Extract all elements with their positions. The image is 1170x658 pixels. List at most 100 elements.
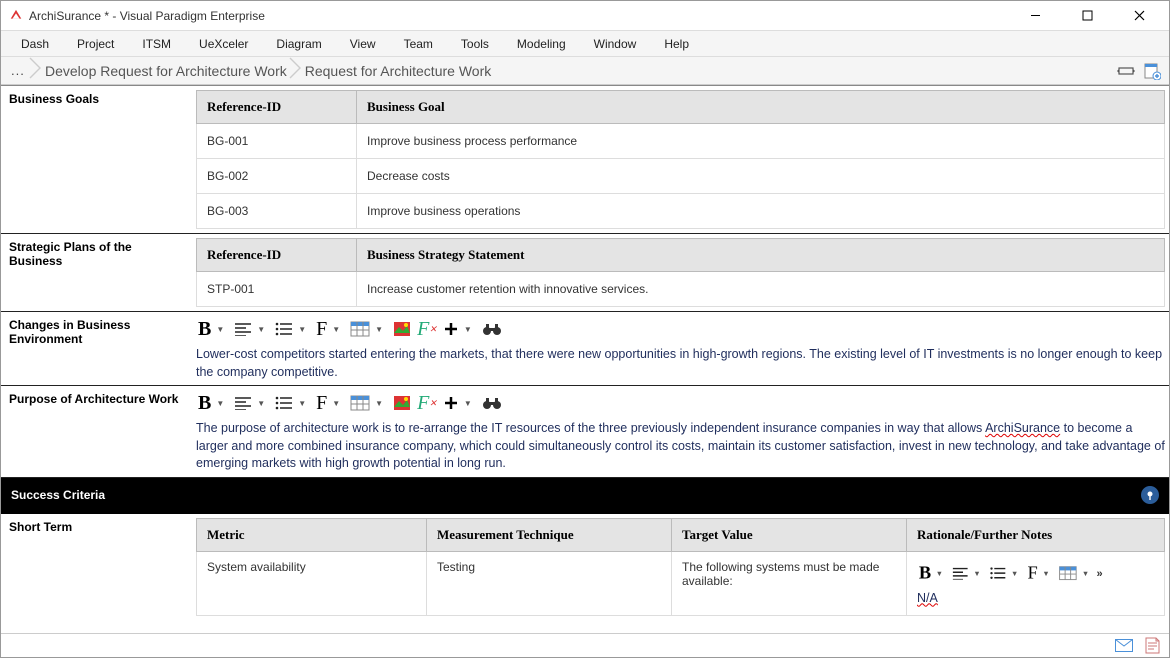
spellcheck-flag: ArchiSurance xyxy=(985,421,1060,435)
mail-icon[interactable] xyxy=(1115,637,1133,655)
chevron-right-icon xyxy=(29,57,43,84)
section-changes-env: Changes in Business Environment B▼ ▼ ▼ F… xyxy=(1,312,1169,386)
col-target: Target Value xyxy=(672,518,907,551)
app-logo-icon xyxy=(9,9,23,23)
breadcrumb-bar: ... Develop Request for Architecture Wor… xyxy=(1,57,1169,85)
align-icon[interactable] xyxy=(950,563,970,583)
menu-itsm[interactable]: ITSM xyxy=(128,33,185,55)
section-strategic-plans: Strategic Plans of the Business Referenc… xyxy=(1,234,1169,312)
close-button[interactable] xyxy=(1117,2,1161,30)
table-row[interactable]: BG-003Improve business operations xyxy=(197,194,1165,229)
menu-uexceler[interactable]: UeXceler xyxy=(185,33,262,55)
section-purpose: Purpose of Architecture Work B▼ ▼ ▼ F▼ ▼… xyxy=(1,386,1169,478)
section-label: Business Goals xyxy=(1,86,196,233)
bold-icon[interactable]: B xyxy=(196,318,213,340)
short-term-table: Metric Measurement Technique Target Valu… xyxy=(196,518,1165,617)
bold-icon[interactable]: B xyxy=(917,563,933,583)
align-icon[interactable] xyxy=(232,392,254,414)
dropdown-arrow-icon[interactable]: ▼ xyxy=(936,569,943,577)
font-icon[interactable]: F xyxy=(1026,563,1040,583)
col-technique: Measurement Technique xyxy=(427,518,672,551)
pin-icon[interactable] xyxy=(1141,486,1159,504)
dropdown-arrow-icon[interactable]: ▼ xyxy=(298,399,306,408)
col-ref: Reference-ID xyxy=(197,91,357,124)
rich-text-toolbar: B▼ ▼ ▼ F▼ ▼ F✕ ▼ xyxy=(196,316,1165,346)
section-short-term: Short Term Metric Measurement Technique … xyxy=(1,514,1169,621)
section-label: Purpose of Architecture Work xyxy=(1,386,196,477)
binoculars-icon[interactable] xyxy=(480,392,504,414)
breadcrumb-item-2[interactable]: Request for Architecture Work xyxy=(305,63,491,79)
menu-tools[interactable]: Tools xyxy=(447,33,503,55)
dropdown-arrow-icon[interactable]: ▼ xyxy=(257,399,265,408)
list-icon[interactable] xyxy=(988,563,1008,583)
block-title: Success Criteria xyxy=(11,488,105,502)
col-metric: Metric xyxy=(197,518,427,551)
col-notes: Rationale/Further Notes xyxy=(907,518,1165,551)
table-row[interactable]: STP-001Increase customer retention with … xyxy=(197,272,1165,307)
format-clear-icon[interactable]: F✕ xyxy=(415,318,439,340)
dropdown-arrow-icon[interactable]: ▼ xyxy=(1082,569,1089,577)
section-label: Short Term xyxy=(1,514,196,621)
note-icon[interactable] xyxy=(1143,637,1161,655)
rich-text-content[interactable]: N/A xyxy=(917,590,1154,608)
fit-view-icon[interactable] xyxy=(1115,60,1137,82)
dropdown-arrow-icon[interactable]: ▼ xyxy=(1042,569,1049,577)
rich-text-content[interactable]: Lower-cost competitors started entering … xyxy=(196,346,1165,381)
dropdown-arrow-icon[interactable]: ▼ xyxy=(332,399,340,408)
menu-team[interactable]: Team xyxy=(390,33,447,55)
table-icon[interactable] xyxy=(348,318,372,340)
section-label: Changes in Business Environment xyxy=(1,312,196,385)
image-icon[interactable] xyxy=(391,392,413,414)
business-goals-table: Reference-ID Business Goal BG-001Improve… xyxy=(196,90,1165,229)
bold-icon[interactable]: B xyxy=(196,392,213,414)
breadcrumb-root[interactable]: ... xyxy=(7,63,27,78)
col-strategy: Business Strategy Statement xyxy=(357,239,1165,272)
format-clear-icon[interactable]: F✕ xyxy=(415,392,439,414)
menu-dash[interactable]: Dash xyxy=(7,33,63,55)
menu-modeling[interactable]: Modeling xyxy=(503,33,580,55)
menu-window[interactable]: Window xyxy=(580,33,651,55)
table-icon[interactable] xyxy=(348,392,372,414)
section-label: Strategic Plans of the Business xyxy=(1,234,196,311)
rich-text-content[interactable]: The purpose of architecture work is to r… xyxy=(196,420,1165,473)
dropdown-arrow-icon[interactable]: ▼ xyxy=(216,399,224,408)
menu-diagram[interactable]: Diagram xyxy=(262,33,335,55)
dropdown-arrow-icon[interactable]: ▼ xyxy=(1011,569,1018,577)
expand-toolbar-icon[interactable]: » xyxy=(1096,566,1098,579)
dropdown-arrow-icon[interactable]: ▼ xyxy=(973,569,980,577)
title-bar: ArchiSurance * - Visual Paradigm Enterpr… xyxy=(1,1,1169,31)
table-row[interactable]: BG-002Decrease costs xyxy=(197,159,1165,194)
table-row[interactable]: BG-001Improve business process performan… xyxy=(197,124,1165,159)
menu-view[interactable]: View xyxy=(336,33,390,55)
status-bar xyxy=(1,633,1169,657)
table-icon[interactable] xyxy=(1057,563,1079,583)
minimize-button[interactable] xyxy=(1013,2,1057,30)
image-icon[interactable] xyxy=(391,318,413,340)
insert-icon[interactable] xyxy=(441,318,461,340)
list-icon[interactable] xyxy=(273,392,295,414)
dropdown-arrow-icon[interactable]: ▼ xyxy=(257,325,265,334)
dropdown-arrow-icon[interactable]: ▼ xyxy=(375,325,383,334)
dropdown-arrow-icon[interactable]: ▼ xyxy=(332,325,340,334)
binoculars-icon[interactable] xyxy=(480,318,504,340)
success-criteria-header: Success Criteria xyxy=(1,478,1169,514)
page-add-icon[interactable] xyxy=(1141,60,1163,82)
dropdown-arrow-icon[interactable]: ▼ xyxy=(375,399,383,408)
table-row[interactable]: System availability Testing The followin… xyxy=(197,551,1165,616)
align-icon[interactable] xyxy=(232,318,254,340)
menu-bar: Dash Project ITSM UeXceler Diagram View … xyxy=(1,31,1169,57)
content-pane[interactable]: Business Goals Reference-ID Business Goa… xyxy=(1,85,1169,633)
breadcrumb-item-1[interactable]: Develop Request for Architecture Work xyxy=(45,63,287,79)
menu-help[interactable]: Help xyxy=(650,33,703,55)
insert-icon[interactable] xyxy=(441,392,461,414)
dropdown-arrow-icon[interactable]: ▼ xyxy=(464,325,472,334)
rich-text-toolbar: B▼ ▼ ▼ F▼ ▼ » xyxy=(917,561,1135,589)
list-icon[interactable] xyxy=(273,318,295,340)
font-icon[interactable]: F xyxy=(314,318,329,340)
dropdown-arrow-icon[interactable]: ▼ xyxy=(464,399,472,408)
dropdown-arrow-icon[interactable]: ▼ xyxy=(298,325,306,334)
maximize-button[interactable] xyxy=(1065,2,1109,30)
dropdown-arrow-icon[interactable]: ▼ xyxy=(216,325,224,334)
menu-project[interactable]: Project xyxy=(63,33,128,55)
font-icon[interactable]: F xyxy=(314,392,329,414)
